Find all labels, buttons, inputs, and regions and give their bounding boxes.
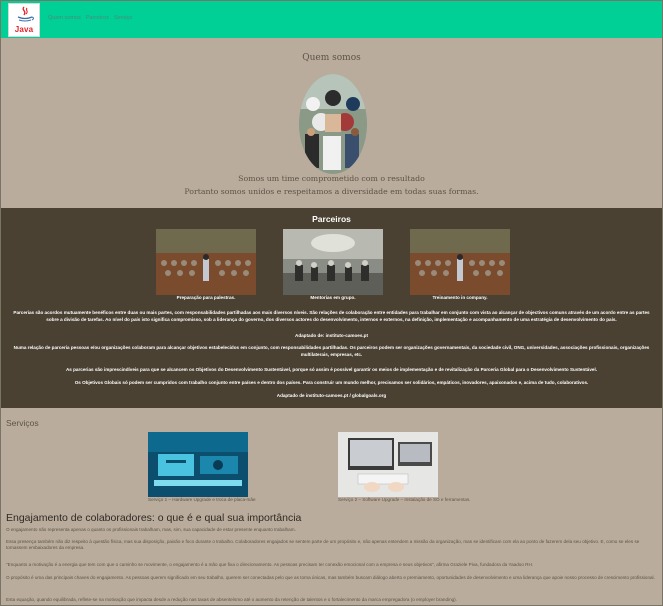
engajamento-paragraph-3: "Enquanto a motivação é a energia que te…: [6, 562, 534, 567]
nav-links: Quem somos Parceiros Serviço: [48, 15, 132, 21]
nav-link-quem-somos[interactable]: Quem somos: [48, 15, 81, 21]
service-caption-software: Serviço 2 – Software Upgrade – Instalaçã…: [338, 497, 471, 502]
engajamento-paragraph-5: Esta equação, quando equilibrada, reflet…: [6, 597, 457, 602]
partner-caption-treinamento: Treinamento in company.: [432, 295, 488, 300]
partner-caption-mentorias: Mentorias em grupo.: [310, 295, 356, 300]
parceiros-paragraph-2: Numa relação de parceria pessoas e/ou or…: [13, 345, 650, 357]
quem-line-2: Portanto somos unidos e respeitamos a di…: [184, 187, 479, 196]
parceiros-source-2: Adaptado de instituto-camoes.pt / global…: [276, 393, 387, 398]
partner-caption-palestras: Preparação para palestras.: [176, 295, 236, 300]
parceiros-paragraph-1: Parcerias são acordos mutuamente benéfic…: [13, 310, 650, 322]
section-title: Parceiros: [312, 214, 351, 224]
team-photo: [299, 74, 367, 174]
coffee-cup-icon: [17, 6, 34, 22]
quem-line-1: Somos um time comprometido com o resulta…: [238, 174, 425, 183]
engajamento-paragraph-2: Essa presença também não diz respeito à …: [6, 539, 640, 550]
nav-link-servico[interactable]: Serviço: [114, 15, 132, 21]
java-logo[interactable]: Java: [8, 3, 40, 37]
service-image-software: [338, 432, 438, 497]
parceiros-paragraph-4: Os Objetivos Globais só podem ser cumpri…: [74, 380, 589, 385]
section-servicos: Serviços Serviço 1 – Hardware Upgrade e …: [1, 408, 662, 605]
section-title: Quem somos: [302, 53, 361, 63]
service-image-hardware: [148, 432, 248, 497]
service-caption-hardware: Serviço 1 – Hardware Upgrade e troca de …: [148, 497, 256, 502]
engajamento-paragraph-1: O engajamento não representa apenas o qu…: [6, 527, 296, 532]
parceiros-paragraph-3: As parcerias são imprescindíveis para qu…: [65, 367, 598, 372]
nav-link-parceiros[interactable]: Parceiros: [86, 15, 109, 21]
engajamento-title: Engajamento de colaboradores: o que é e …: [6, 512, 302, 524]
section-quem-somos: Quem somos Somos um time comprometido co…: [1, 38, 662, 208]
parceiros-source-1: Adaptado de: instituto-camoes.pt: [295, 333, 368, 338]
top-navbar: Java Quem somos Parceiros Serviço: [1, 1, 662, 38]
section-parceiros: Parceiros Preparação para palestras. Men…: [1, 208, 662, 408]
logo-text: Java: [14, 25, 34, 34]
partner-image-mentorias: [283, 229, 383, 295]
partner-image-treinamento: [410, 229, 510, 295]
section-title: Serviços: [6, 418, 39, 428]
engajamento-paragraph-4: O propósito é uma das principais chaves …: [6, 575, 655, 580]
partner-image-palestras: [156, 229, 256, 295]
